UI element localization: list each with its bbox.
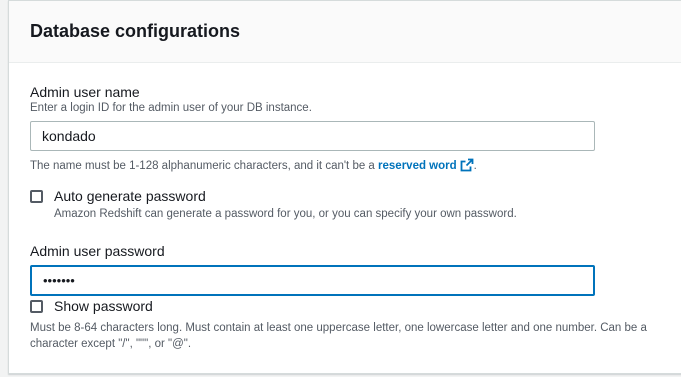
admin-user-password-label: Admin user password xyxy=(30,243,165,259)
admin-user-name-value: kondado xyxy=(42,128,96,144)
admin-user-name-description: Enter a login ID for the admin user of y… xyxy=(30,102,312,114)
admin-user-name-label: Admin user name xyxy=(30,84,140,100)
panel-title: Database configurations xyxy=(30,21,241,41)
show-password-checkbox[interactable] xyxy=(30,300,43,313)
admin-user-password-constraint-line2: character except "/", """, or "@". xyxy=(30,338,192,350)
show-password-label[interactable]: Show password xyxy=(54,298,153,314)
admin-user-name-constraint: The name must be 1-128 alphanumeric char… xyxy=(30,158,477,172)
admin-user-password-constraint-line1: Must be 8-64 characters long. Must conta… xyxy=(30,322,647,334)
database-configurations-panel: Database configurations Admin user name … xyxy=(8,0,681,374)
auto-generate-password-checkbox[interactable] xyxy=(30,190,43,203)
admin-user-password-input[interactable]: ••••••• xyxy=(30,265,595,296)
constraint-text: The name must be 1-128 alphanumeric char… xyxy=(30,160,379,172)
admin-user-password-value: ••••••• xyxy=(43,273,75,288)
auto-generate-password-label[interactable]: Auto generate password xyxy=(54,188,206,204)
panel-header: Database configurations xyxy=(9,1,681,63)
auto-generate-password-description: Amazon Redshift can generate a password … xyxy=(54,208,517,220)
admin-user-name-input[interactable]: kondado xyxy=(30,121,595,151)
external-link-icon[interactable] xyxy=(460,158,474,172)
reserved-word-link[interactable]: reserved word xyxy=(378,160,457,172)
constraint-suffix: . xyxy=(473,160,477,172)
